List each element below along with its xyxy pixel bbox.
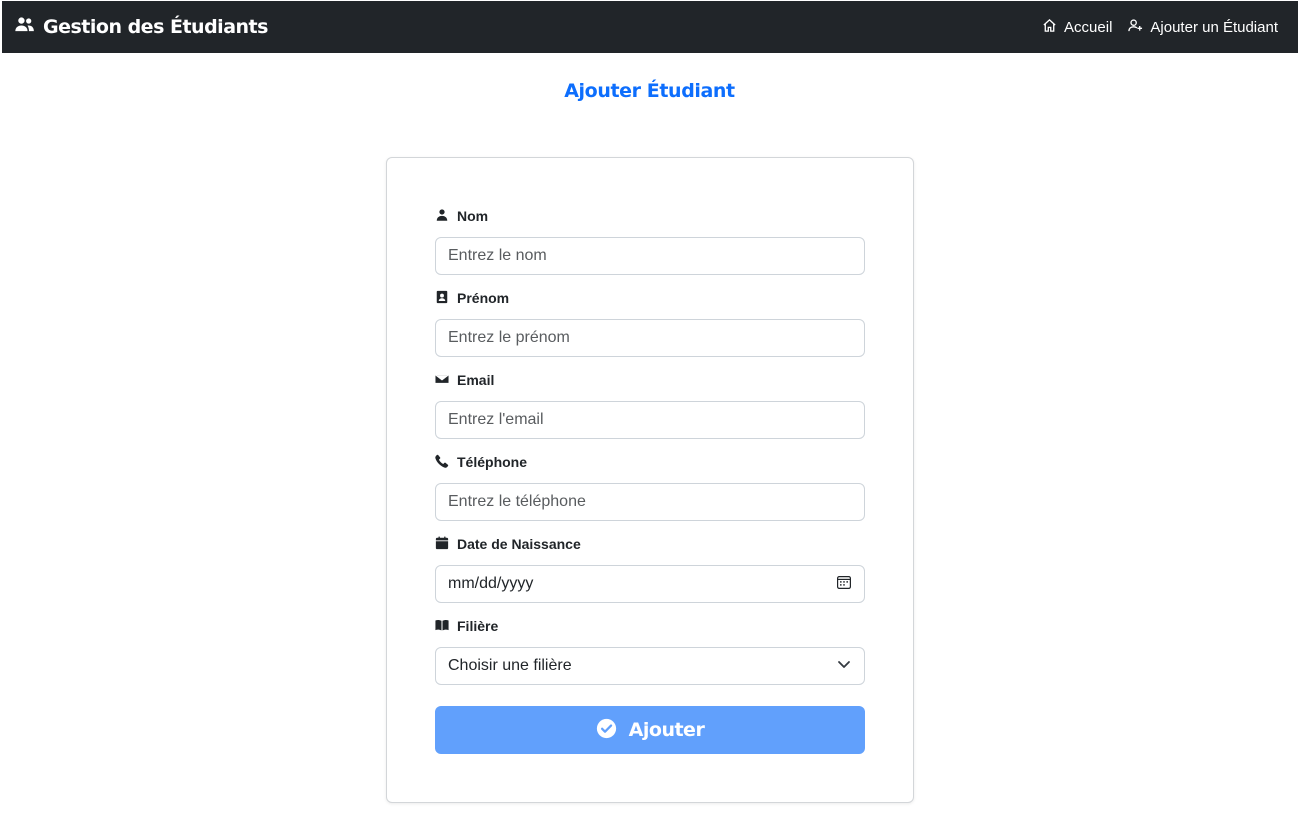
- telephone-input[interactable]: [435, 483, 865, 521]
- filiere-label-text: Filière: [457, 618, 499, 634]
- email-label-text: Email: [457, 372, 495, 388]
- calendar-picker-icon[interactable]: [836, 574, 852, 595]
- submit-label: Ajouter: [628, 719, 705, 741]
- nav-link-label: Ajouter un Étudiant: [1150, 18, 1278, 36]
- nav-links: Accueil Ajouter un Étudiant: [1042, 18, 1278, 37]
- nav-link-label: Accueil: [1064, 18, 1113, 36]
- field-nom: Nom: [435, 206, 865, 275]
- calendar-icon: [435, 535, 449, 553]
- envelope-icon: [434, 372, 450, 389]
- nom-label-text: Nom: [457, 208, 489, 224]
- field-telephone: Téléphone: [435, 452, 865, 521]
- prenom-label-text: Prénom: [457, 290, 510, 306]
- navbar: Gestion des Étudiants Accueil Ajouter un…: [2, 1, 1298, 53]
- nav-link-ajouter-etudiant[interactable]: Ajouter un Étudiant: [1128, 18, 1278, 37]
- check-circle-icon: [596, 718, 617, 742]
- book-icon: [435, 618, 449, 635]
- field-date-naissance: Date de Naissance mm/dd/yyyy: [435, 534, 865, 603]
- filiere-select[interactable]: Choisir une filière: [435, 647, 865, 685]
- telephone-label-text: Téléphone: [457, 454, 528, 470]
- users-icon: [14, 14, 35, 40]
- email-input[interactable]: [435, 401, 865, 439]
- add-student-form: Nom Prénom Email Téléphone: [386, 157, 914, 803]
- submit-button[interactable]: Ajouter: [435, 706, 865, 754]
- date-naissance-input[interactable]: mm/dd/yyyy: [435, 565, 865, 603]
- nom-label: Nom: [435, 206, 865, 226]
- page-title: Ajouter Étudiant: [564, 80, 735, 102]
- user-plus-icon: [1128, 18, 1143, 37]
- filiere-selected-value: Choisir une filière: [448, 657, 572, 674]
- prenom-input[interactable]: [435, 319, 865, 357]
- phone-icon: [435, 454, 449, 471]
- id-badge-icon: [435, 290, 449, 307]
- nom-input[interactable]: [435, 237, 865, 275]
- filiere-label: Filière: [435, 616, 865, 636]
- home-icon: [1042, 18, 1057, 37]
- telephone-label: Téléphone: [435, 452, 865, 472]
- date-naissance-label: Date de Naissance: [435, 534, 865, 554]
- navbar-brand[interactable]: Gestion des Étudiants: [14, 14, 268, 40]
- date-naissance-label-text: Date de Naissance: [457, 536, 581, 552]
- person-icon: [435, 208, 449, 225]
- brand-title: Gestion des Étudiants: [43, 16, 268, 38]
- field-prenom: Prénom: [435, 288, 865, 357]
- email-label: Email: [434, 370, 865, 390]
- field-filiere: Filière Choisir une filière: [435, 616, 865, 685]
- nav-link-accueil[interactable]: Accueil: [1042, 18, 1112, 37]
- prenom-label: Prénom: [435, 288, 865, 308]
- field-email: Email: [434, 370, 865, 439]
- chevron-down-icon: [836, 656, 852, 677]
- date-placeholder: mm/dd/yyyy: [448, 575, 534, 592]
